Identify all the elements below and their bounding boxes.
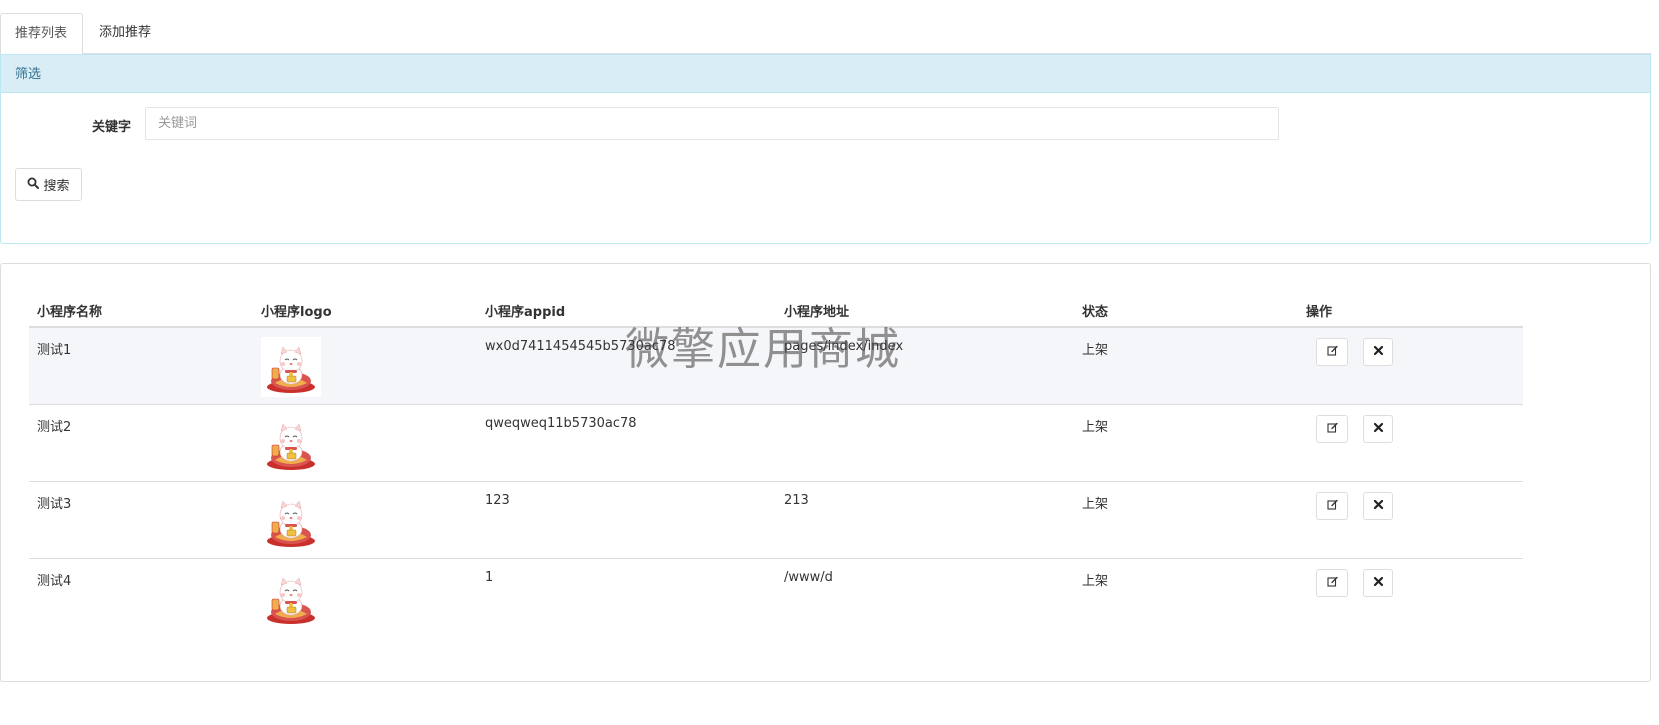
recommend-table: 小程序名称 小程序logo 小程序appid 小程序地址 状态 操作 测试1 w…	[29, 292, 1523, 636]
row-appid: qweqweq11b5730ac78	[485, 416, 637, 431]
row-status: 上架	[1082, 420, 1109, 435]
row-appid: 1	[485, 570, 494, 585]
row-address: 213	[784, 493, 809, 508]
row-name: 测试1	[37, 343, 72, 358]
filter-heading: 筛选	[1, 54, 1650, 93]
edit-button[interactable]	[1316, 415, 1348, 443]
tab-add-recommend[interactable]: 添加推荐	[85, 13, 165, 54]
row-appid: wx0d7411454545b5730ac78	[485, 339, 676, 354]
tab-bar: 推荐列表 添加推荐	[0, 13, 1651, 55]
search-button-label: 搜索	[43, 179, 70, 194]
table-row: 测试3 123 213 上架	[29, 482, 1523, 559]
table-row: 测试1 wx0d7411454545b5730ac78 pages/index/…	[29, 328, 1523, 405]
list-panel: 小程序名称 小程序logo 小程序appid 小程序地址 状态 操作 测试1 w…	[0, 263, 1651, 682]
delete-button[interactable]	[1363, 415, 1393, 443]
search-button[interactable]: 搜索	[15, 168, 82, 201]
edit-icon	[1326, 499, 1338, 514]
lucky-cat-logo	[261, 414, 321, 474]
table-row: 测试4 1 /www/d 上架	[29, 559, 1523, 636]
close-icon	[1373, 576, 1384, 591]
row-status: 上架	[1082, 574, 1109, 589]
row-status: 上架	[1082, 497, 1109, 512]
keyword-input[interactable]	[145, 107, 1279, 140]
edit-icon	[1326, 345, 1338, 360]
close-icon	[1373, 499, 1384, 514]
delete-button[interactable]	[1363, 569, 1393, 597]
search-icon	[27, 177, 40, 193]
lucky-cat-logo	[261, 337, 321, 397]
row-address: pages/index/index	[784, 339, 904, 354]
filter-panel: 筛选 关键字 搜索	[0, 54, 1651, 244]
table-header: 小程序名称 小程序logo 小程序appid 小程序地址 状态 操作	[29, 292, 1523, 328]
row-status: 上架	[1082, 343, 1109, 358]
row-address: /www/d	[784, 570, 833, 585]
tab-recommend-list[interactable]: 推荐列表	[0, 13, 83, 55]
delete-button[interactable]	[1363, 338, 1393, 366]
table-row: 测试2 qweqweq11b5730ac78 上架	[29, 405, 1523, 482]
edit-button[interactable]	[1316, 492, 1348, 520]
header-status: 状态	[1082, 305, 1109, 320]
keyword-label: 关键字	[91, 120, 131, 135]
delete-button[interactable]	[1363, 492, 1393, 520]
lucky-cat-logo	[261, 568, 321, 628]
header-address: 小程序地址	[784, 305, 850, 320]
header-appid: 小程序appid	[485, 305, 566, 320]
row-name: 测试2	[37, 420, 72, 435]
row-appid: 123	[485, 493, 510, 508]
edit-button[interactable]	[1316, 338, 1348, 366]
header-actions: 操作	[1306, 305, 1333, 320]
close-icon	[1373, 422, 1384, 437]
edit-icon	[1326, 576, 1338, 591]
header-name: 小程序名称	[37, 305, 103, 320]
row-name: 测试4	[37, 574, 72, 589]
edit-button[interactable]	[1316, 569, 1348, 597]
close-icon	[1373, 345, 1384, 360]
row-name: 测试3	[37, 497, 72, 512]
lucky-cat-logo	[261, 491, 321, 551]
header-logo: 小程序logo	[261, 305, 332, 320]
edit-icon	[1326, 422, 1338, 437]
